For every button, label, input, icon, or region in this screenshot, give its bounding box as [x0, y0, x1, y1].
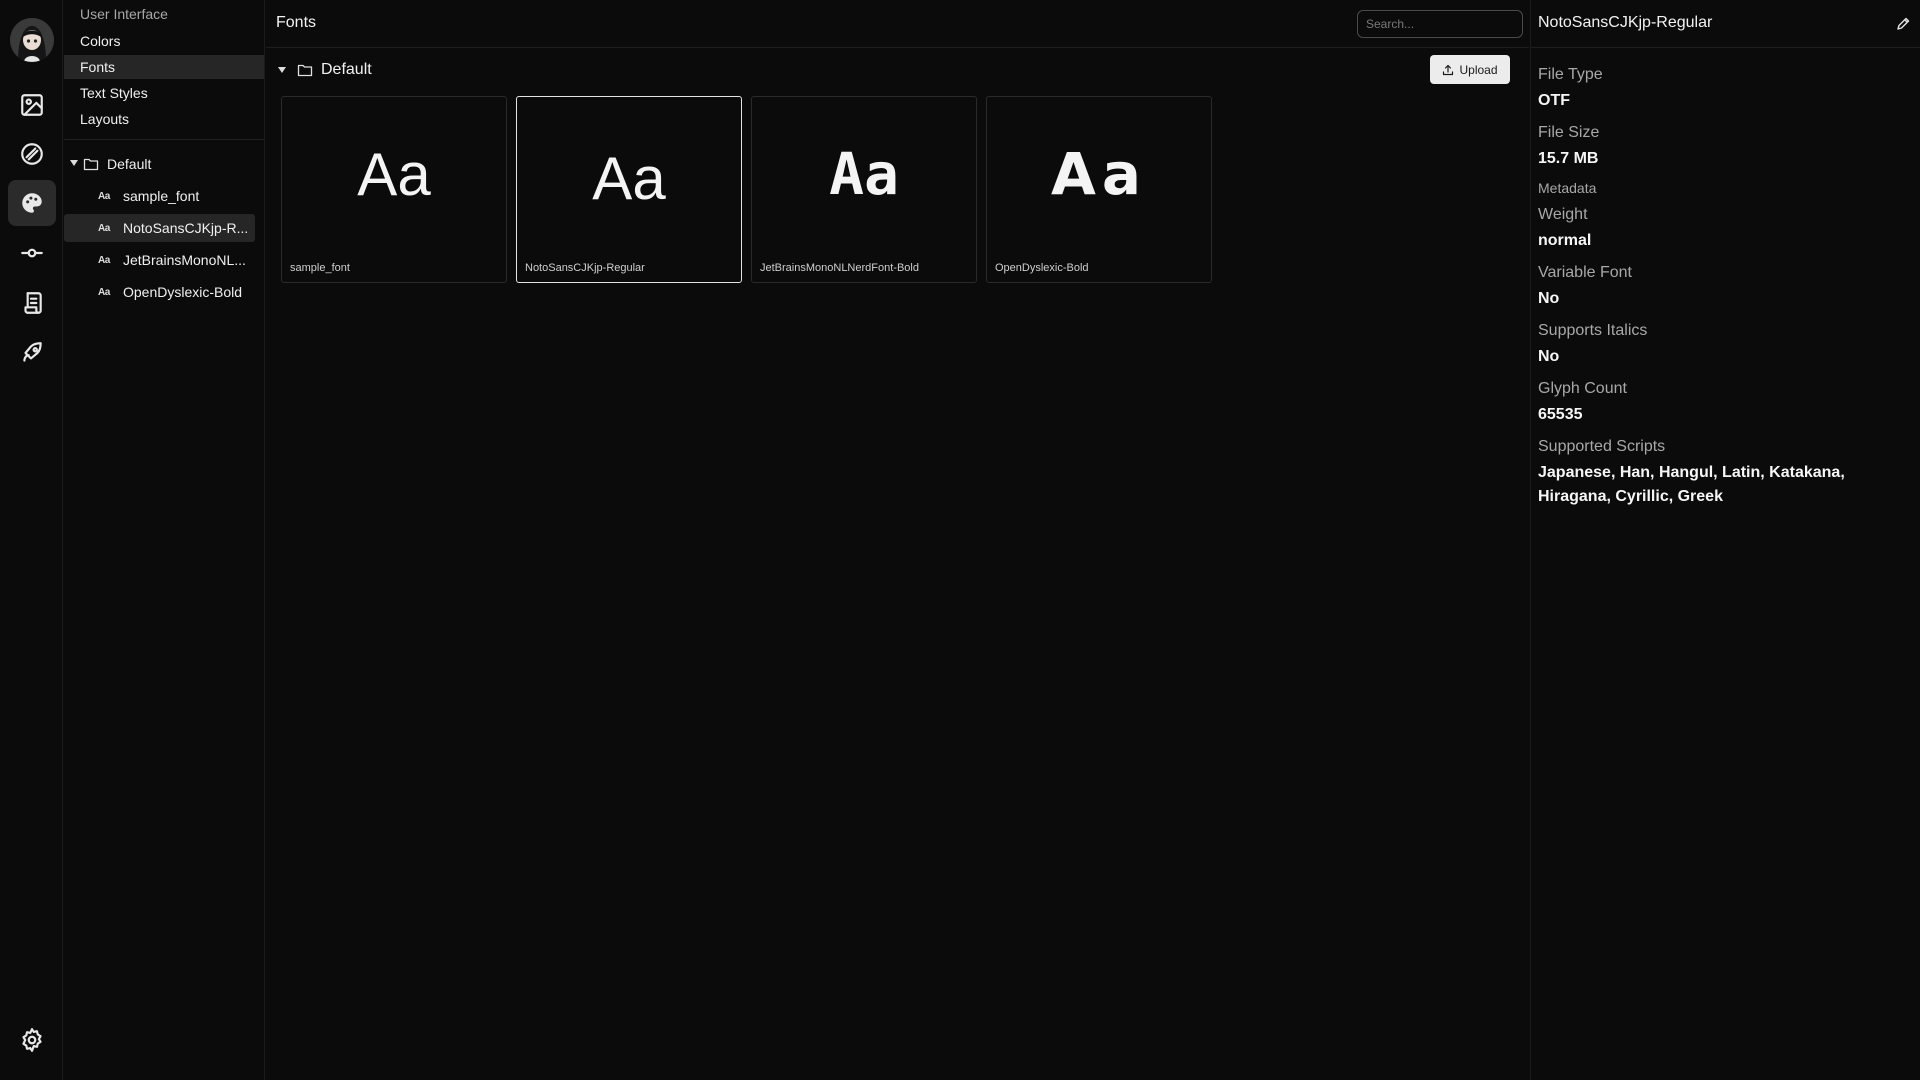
palette-icon [22, 193, 42, 213]
font-card-notosans[interactable]: Aa NotoSansCJKjp-Regular [516, 96, 742, 283]
rocket-icon [23, 342, 42, 362]
folder-icon [297, 64, 313, 77]
section-title: User Interface [80, 6, 168, 22]
variable-font-value: No [1538, 290, 1560, 307]
upload-button[interactable]: Upload [1430, 55, 1510, 84]
group-label: Default [321, 61, 372, 78]
search-input[interactable] [1357, 10, 1523, 38]
app-window: User Interface Colors Fonts Text Styles … [0, 0, 1920, 1080]
font-icon: Aa [98, 223, 110, 234]
font-card-name: OpenDyslexic-Bold [995, 262, 1089, 274]
folder-icon [83, 158, 99, 171]
image-icon [21, 94, 43, 116]
details-title: NotoSansCJKjp-Regular [1538, 14, 1713, 31]
git-commit-icon [21, 248, 43, 258]
font-card-opendyslexic[interactable]: Aa OpenDyslexic-Bold [986, 96, 1212, 283]
caret-down-icon [70, 160, 78, 166]
folder-default[interactable]: Default [64, 152, 264, 176]
font-card-name: sample_font [290, 262, 350, 274]
group-default[interactable]: Default [278, 58, 372, 82]
rail-commit-button[interactable] [8, 230, 56, 276]
font-icon: Aa [98, 191, 110, 202]
rail-scripts-button[interactable] [8, 280, 56, 326]
divider [64, 139, 264, 140]
font-item-sample-font[interactable]: Aa sample_font [64, 182, 255, 210]
supported-scripts-label: Supported Scripts [1538, 438, 1666, 455]
icon-rail [0, 0, 63, 1080]
upload-label: Upload [1459, 62, 1498, 77]
page-title: Fonts [276, 14, 317, 31]
font-card-name: NotoSansCJKjp-Regular [525, 262, 645, 274]
nav-colors[interactable]: Colors [64, 29, 264, 53]
scroll-icon [24, 292, 42, 314]
font-preview: Aa [829, 140, 899, 208]
divider [266, 47, 1529, 48]
main-panel: Fonts Default Upload Aa sample_font Aa N… [266, 0, 1529, 1080]
font-preview: Aa [592, 145, 666, 212]
file-type-label: File Type [1538, 66, 1603, 83]
details-panel: NotoSansCJKjp-Regular File Type OTF File… [1530, 0, 1920, 1080]
font-icon: Aa [98, 287, 110, 298]
glyph-count-label: Glyph Count [1538, 380, 1627, 397]
nav-text-styles[interactable]: Text Styles [64, 81, 264, 105]
rail-settings-button[interactable] [8, 1017, 56, 1063]
folder-label: Default [107, 156, 152, 172]
divider [1531, 47, 1920, 48]
font-item-label: JetBrainsMonoNL... [123, 252, 246, 268]
font-item-label: OpenDyslexic-Bold [123, 284, 243, 300]
font-card-name: JetBrainsMonoNLNerdFont-Bold [760, 262, 919, 274]
weight-value: normal [1538, 232, 1592, 249]
font-item-opendyslexic[interactable]: Aa OpenDyslexic-Bold [64, 278, 255, 306]
font-item-label: NotoSansCJKjp-R... [123, 220, 249, 236]
nav-fonts[interactable]: Fonts [64, 55, 264, 79]
font-card-sample-font[interactable]: Aa sample_font [281, 96, 507, 283]
file-size-label: File Size [1538, 124, 1600, 141]
supported-scripts-value: Japanese, Han, Hangul, Latin, Katakana, … [1538, 464, 1845, 505]
file-type-value: OTF [1538, 92, 1570, 109]
avatar[interactable] [10, 18, 54, 62]
rail-launch-button[interactable] [8, 330, 56, 376]
font-card-jetbrains[interactable]: Aa JetBrainsMonoNLNerdFont-Bold [751, 96, 977, 283]
font-icon: Aa [98, 255, 110, 266]
italics-value: No [1538, 348, 1560, 365]
font-preview: Aa [1050, 140, 1148, 208]
pencil-icon[interactable] [1895, 16, 1911, 32]
upload-icon [1443, 64, 1454, 75]
nav-layouts[interactable]: Layouts [64, 107, 264, 131]
weight-label: Weight [1538, 206, 1588, 223]
gear-icon [22, 1028, 42, 1052]
glyph-count-value: 65535 [1538, 406, 1583, 423]
navigation-tree: User Interface Colors Fonts Text Styles … [64, 0, 265, 1080]
rail-images-button[interactable] [8, 82, 56, 128]
rail-ui-button[interactable] [8, 180, 56, 226]
caret-down-icon [278, 67, 286, 73]
font-preview: Aa [357, 141, 431, 208]
font-item-notosans[interactable]: Aa NotoSansCJKjp-R... [64, 214, 255, 242]
metadata-heading: Metadata [1538, 180, 1597, 196]
font-item-jetbrains[interactable]: Aa JetBrainsMonoNL... [64, 246, 255, 274]
variable-font-label: Variable Font [1538, 264, 1632, 281]
shapes-icon [21, 143, 43, 165]
font-item-label: sample_font [123, 188, 200, 204]
file-size-value: 15.7 MB [1538, 150, 1599, 167]
italics-label: Supports Italics [1538, 322, 1648, 339]
rail-shapes-button[interactable] [8, 131, 56, 177]
